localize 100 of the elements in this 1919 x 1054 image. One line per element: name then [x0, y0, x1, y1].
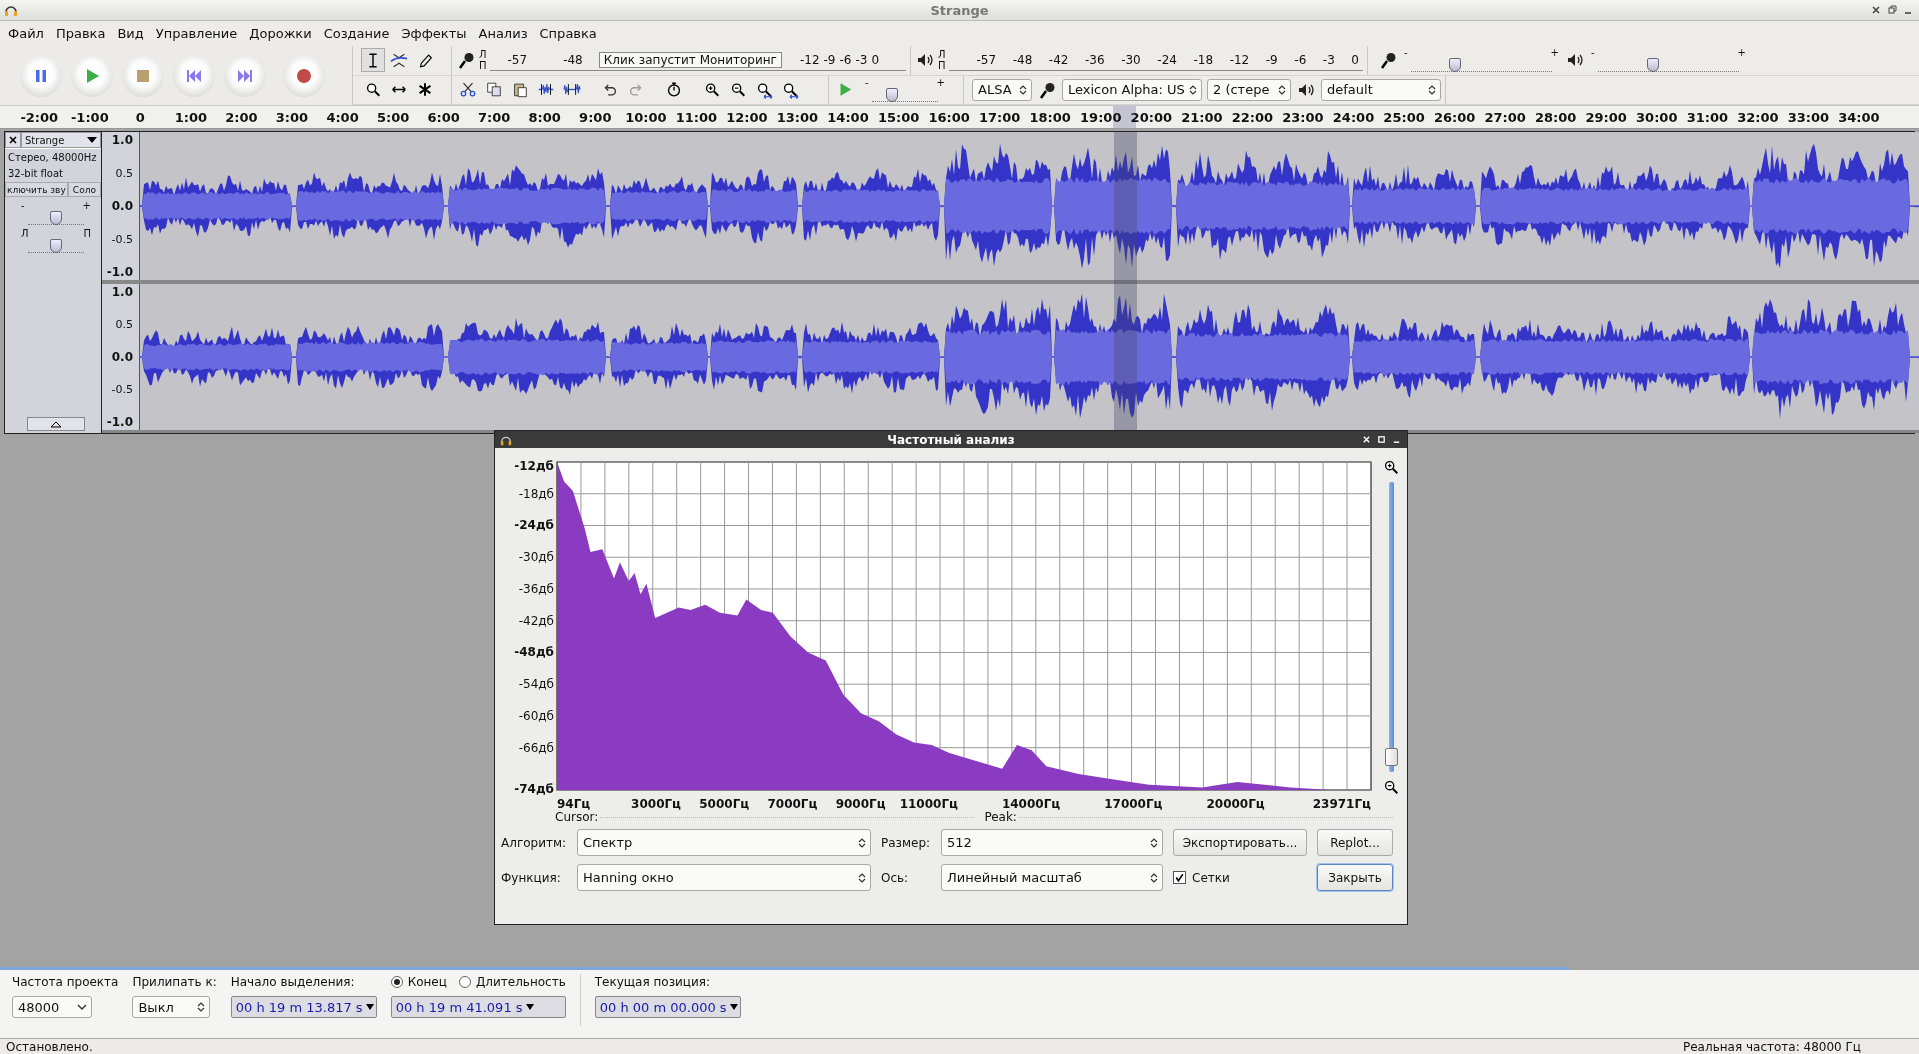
- menu-item[interactable]: Управление: [149, 26, 244, 41]
- playback-volume-slider[interactable]: [1598, 58, 1739, 73]
- ruler-label: 18:00: [1028, 109, 1072, 125]
- slider-thumb[interactable]: [1647, 58, 1659, 73]
- ruler-label: 32:00: [1736, 109, 1780, 125]
- ruler-label: 27:00: [1483, 109, 1527, 125]
- axis-label: 20000Гц: [1206, 797, 1265, 811]
- ruler-label: 17:00: [977, 109, 1022, 125]
- slider-thumb[interactable]: [1448, 58, 1461, 73]
- dropdown-icon: [729, 1004, 738, 1010]
- zoom-in-icon[interactable]: [1382, 458, 1400, 476]
- ruler-label: 7:00: [477, 109, 512, 125]
- axis-label: 23971Гц: [1312, 797, 1371, 811]
- snap-to-label: Прилипать к:: [132, 974, 217, 990]
- field-label: Размер:: [881, 835, 931, 850]
- axis-select[interactable]: Линейный масштаб: [941, 864, 1163, 891]
- playback-meter[interactable]: -57 -48 -42 -36 -30 -24 -18 -12 -9 -6 -3 0: [948, 49, 1363, 71]
- ruler-label: 10:00: [624, 109, 668, 125]
- ruler-label: 28:00: [1534, 109, 1578, 125]
- ruler-label: -2:00: [19, 109, 60, 125]
- recording-channels-select[interactable]: 2 (стере: [1207, 78, 1291, 101]
- replot-button[interactable]: Replot...: [1317, 829, 1393, 856]
- slider-max-label: +: [936, 77, 945, 88]
- audio-host-select[interactable]: ALSA: [972, 78, 1032, 101]
- selection-tool[interactable]: [361, 48, 385, 73]
- restore-icon[interactable]: [1887, 5, 1897, 15]
- up-down-icon: [1278, 83, 1286, 96]
- selection-start-label: Начало выделения:: [230, 974, 356, 990]
- ruler-label: 9:00: [578, 109, 613, 125]
- monitoring-notice[interactable]: Клик запустит Мониторинг: [598, 51, 782, 68]
- close-icon[interactable]: [1871, 5, 1881, 15]
- menu-item[interactable]: Правка: [49, 26, 112, 41]
- menu-item[interactable]: Создание: [317, 26, 396, 41]
- axis-label: -30дб: [518, 550, 554, 565]
- ruler-label: 1:00: [173, 109, 209, 125]
- recording-volume-slider[interactable]: [1411, 58, 1552, 73]
- radio-option[interactable]: Конец: [390, 975, 447, 989]
- axis-label: -66дб: [518, 740, 554, 755]
- slider-thumb[interactable]: [886, 87, 899, 102]
- axis-label: 7000Гц: [767, 797, 818, 811]
- menu-item[interactable]: Эффекты: [395, 26, 473, 41]
- ruler-label: 13:00: [775, 109, 820, 125]
- meter-scale-label: -3: [1322, 52, 1335, 67]
- algorithm-select[interactable]: Спектр: [577, 829, 871, 856]
- dropdown-icon: [365, 1004, 374, 1010]
- project-rate-field[interactable]: 48000: [12, 996, 92, 1018]
- menu-item[interactable]: Вид: [111, 26, 150, 41]
- menu-item[interactable]: Дорожки: [243, 26, 318, 41]
- actual-rate-text: Реальная частота: 48000 Гц: [1683, 1039, 1861, 1054]
- export-button[interactable]: Экспортировать...: [1173, 829, 1307, 856]
- zoom-fit-icon: [755, 80, 773, 100]
- snap-to-select[interactable]: Выкл: [132, 996, 211, 1018]
- close-button[interactable]: Закрыть: [1317, 864, 1393, 891]
- ruler-label: 14:00: [826, 109, 870, 125]
- ruler-label: 12:00: [725, 109, 769, 125]
- project-rate-label: Частота проекта: [12, 974, 119, 990]
- axis-label: 9000Гц: [835, 797, 886, 811]
- ruler-label: 29:00: [1584, 109, 1628, 125]
- meter-scale-label: 0: [871, 52, 880, 67]
- selection-end-field[interactable]: 00 h 19 m 41.091 s: [390, 996, 566, 1018]
- menu-item[interactable]: Справка: [533, 26, 603, 41]
- meter-scale-label: -9: [823, 52, 836, 67]
- field-label: Функция:: [501, 870, 562, 885]
- ruler-label: 25:00: [1382, 109, 1426, 125]
- skip-to-start-button[interactable]: [173, 54, 215, 97]
- checkmark-icon: [1174, 872, 1185, 883]
- slider-thumb[interactable]: [1384, 747, 1398, 766]
- ruler-label: 15:00: [876, 109, 921, 125]
- ruler-label: 16:00: [927, 109, 971, 125]
- meter-scale-label: -48: [563, 52, 583, 67]
- axis-label: 17000Гц: [1104, 797, 1163, 811]
- grid-checkbox[interactable]: Сетки: [1173, 870, 1307, 885]
- status-text: Остановлено.: [6, 1039, 93, 1054]
- skip-to-end-button[interactable]: [224, 54, 266, 97]
- playback-device-select[interactable]: default: [1321, 78, 1441, 101]
- meter-scale-label: -9: [1265, 52, 1278, 67]
- selection-start-field[interactable]: 00 h 19 m 13.817 s: [230, 996, 377, 1018]
- menu-item[interactable]: Анализ: [472, 26, 534, 41]
- function-select[interactable]: Hanning окно: [577, 864, 871, 891]
- playback-speed-slider[interactable]: [872, 87, 938, 102]
- record-button[interactable]: [283, 54, 325, 97]
- microphone-icon[interactable]: [456, 50, 476, 71]
- size-select[interactable]: 512: [941, 829, 1163, 856]
- ruler-label: 26:00: [1432, 109, 1477, 125]
- radio-option[interactable]: Длительность: [458, 975, 566, 989]
- record-meter[interactable]: -57 -48 Клик запустит Мониторинг -12 -9 -6 -3 0: [489, 49, 906, 71]
- recording-device-select[interactable]: Lexicon Alpha: US: [1062, 78, 1202, 101]
- channel-label: Л: [938, 49, 946, 61]
- up-down-icon: [197, 1001, 206, 1013]
- timeline-ruler[interactable]: [0, 106, 1919, 129]
- ruler-label: 3:00: [274, 109, 310, 125]
- meter-scale-label: -42: [1048, 52, 1069, 67]
- zoom-out-icon[interactable]: [1382, 778, 1400, 796]
- audio-position-field[interactable]: 00 h 00 m 00.000 s: [594, 996, 741, 1018]
- meter-scale-label: -3: [855, 52, 868, 67]
- axis-label: -12дб: [514, 459, 554, 473]
- menu-item[interactable]: Файл: [2, 26, 50, 41]
- channel-label: П: [938, 60, 946, 72]
- maximize-icon[interactable]: [1377, 435, 1386, 444]
- paste-icon: [511, 80, 529, 100]
